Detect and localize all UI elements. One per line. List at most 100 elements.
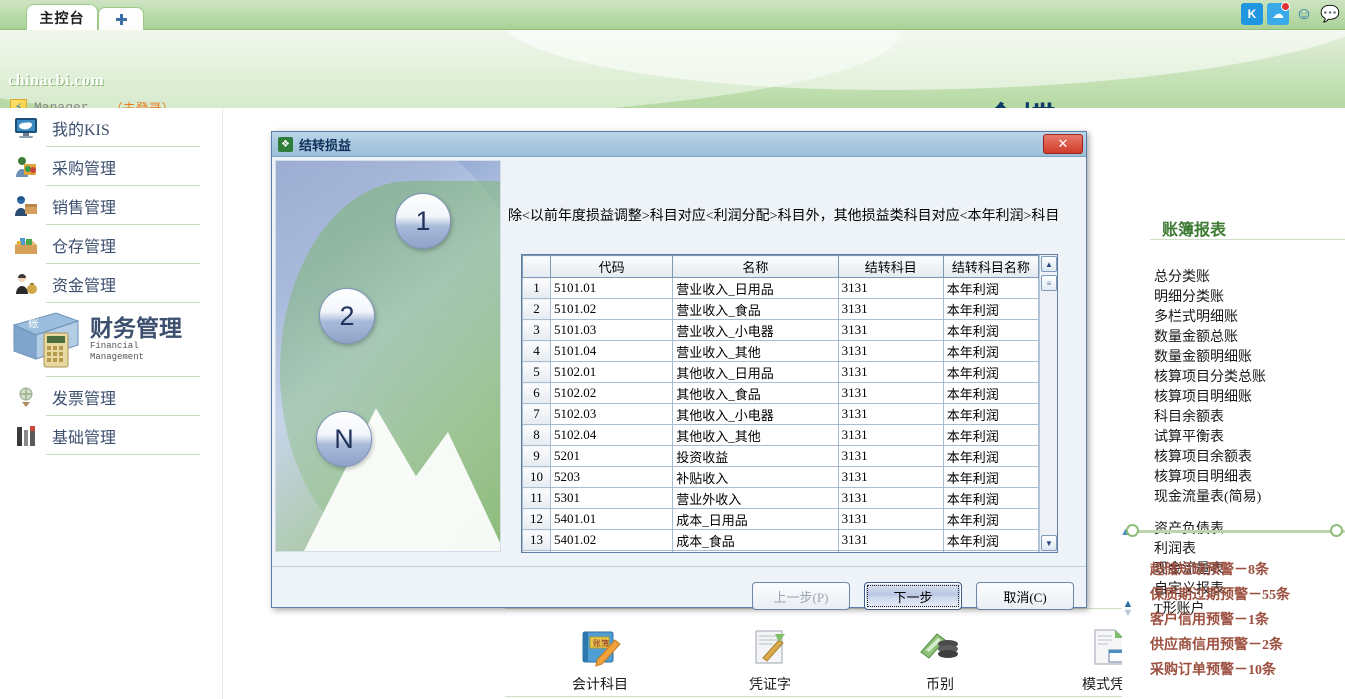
cell-code[interactable]: 5101.04 [551, 341, 673, 362]
cell-name[interactable]: 成本_日用品 [673, 509, 838, 530]
report-link[interactable]: 试算平衡表 [1154, 428, 1344, 448]
cell-name[interactable]: 营业收入_食品 [673, 299, 838, 320]
cell-name[interactable]: 成本_小电器 [673, 551, 838, 553]
report-link[interactable]: 明细分类账 [1154, 288, 1344, 308]
report-link[interactable]: 利润表 [1154, 540, 1344, 560]
cell-account[interactable]: 3131 [838, 299, 943, 320]
table-row[interactable]: 10 5203 补贴收入 3131 本年利润 [523, 467, 1039, 488]
column-header-index[interactable] [523, 256, 551, 278]
strip-item-voucher-word[interactable]: 凭证字 [715, 626, 825, 694]
cell-account-name[interactable]: 本年利润 [943, 278, 1038, 299]
cell-name[interactable]: 其他收入_小电器 [673, 404, 838, 425]
alerts-scroll-controls[interactable]: ▲ ▼ [1120, 600, 1136, 618]
cell-code[interactable]: 5102.01 [551, 362, 673, 383]
dialog-title-bar[interactable]: ❖ 结转损益 ✕ [272, 132, 1086, 157]
cell-code[interactable]: 5301 [551, 488, 673, 509]
sidebar-item-finance[interactable]: 账 财务管理 Financial Management [0, 303, 222, 377]
cell-name[interactable]: 投资收益 [673, 446, 838, 467]
cell-account-name[interactable]: 本年利润 [943, 383, 1038, 404]
table-row[interactable]: 2 5101.02 营业收入_食品 3131 本年利润 [523, 299, 1039, 320]
cell-code[interactable]: 5401.01 [551, 509, 673, 530]
table-row[interactable]: 3 5101.03 营业收入_小电器 3131 本年利润 [523, 320, 1039, 341]
report-link[interactable]: 核算项目明细账 [1154, 388, 1344, 408]
table-row[interactable]: 5 5102.01 其他收入_日用品 3131 本年利润 [523, 362, 1039, 383]
strip-item-currency[interactable]: 币别 [885, 626, 995, 694]
sidebar-item-sales[interactable]: 销售管理 [0, 186, 222, 225]
table-row[interactable]: 11 5301 营业外收入 3131 本年利润 [523, 488, 1039, 509]
alert-item[interactable]: 采购订单预警－10条 [1150, 658, 1345, 683]
table-row[interactable]: 13 5401.02 成本_食品 3131 本年利润 [523, 530, 1039, 551]
report-link[interactable]: 数量金额总账 [1154, 328, 1344, 348]
strip-item-account-subject[interactable]: 账簿 会计科目 [545, 626, 655, 694]
table-row[interactable]: 7 5102.03 其他收入_小电器 3131 本年利润 [523, 404, 1039, 425]
cell-code[interactable]: 5101.02 [551, 299, 673, 320]
cell-name[interactable]: 营业收入_日用品 [673, 278, 838, 299]
alert-item[interactable]: 超储短缺预警－8条 [1150, 558, 1345, 583]
cell-account-name[interactable]: 本年利润 [943, 488, 1038, 509]
cell-account[interactable]: 3131 [838, 383, 943, 404]
sidebar-item-inventory[interactable]: 仓存管理 [0, 225, 222, 264]
cell-account-name[interactable]: 本年利润 [943, 341, 1038, 362]
cell-account[interactable]: 3131 [838, 446, 943, 467]
report-link[interactable]: 现金流量表(简易) [1154, 488, 1344, 508]
cell-name[interactable]: 其他收入_食品 [673, 383, 838, 404]
cell-account[interactable]: 3131 [838, 425, 943, 446]
scrollbar-thumb[interactable]: ≡ [1041, 275, 1057, 291]
cell-code[interactable]: 5102.04 [551, 425, 673, 446]
column-header-account[interactable]: 结转科目 [838, 256, 943, 278]
cloud-notify-icon[interactable]: ☁ [1267, 3, 1289, 25]
cell-account[interactable]: 3131 [838, 551, 943, 553]
alert-item[interactable]: 客户信用预警－1条 [1150, 608, 1345, 633]
chevron-down-icon[interactable]: ▼ [1120, 609, 1136, 618]
cell-account-name[interactable]: 本年利润 [943, 467, 1038, 488]
panel-splitter[interactable] [1122, 524, 1345, 538]
cell-account[interactable]: 3131 [838, 404, 943, 425]
cell-account[interactable]: 3131 [838, 488, 943, 509]
cell-name[interactable]: 补贴收入 [673, 467, 838, 488]
cell-account-name[interactable]: 本年利润 [943, 446, 1038, 467]
sidebar-item-purchase[interactable]: 采购管理 [0, 147, 222, 186]
cell-name[interactable]: 其他收入_其他 [673, 425, 838, 446]
cell-account-name[interactable]: 本年利润 [943, 404, 1038, 425]
cell-code[interactable]: 5401.02 [551, 530, 673, 551]
cell-account-name[interactable]: 本年利润 [943, 551, 1038, 553]
cell-name[interactable]: 营业收入_其他 [673, 341, 838, 362]
table-row[interactable]: 8 5102.04 其他收入_其他 3131 本年利润 [523, 425, 1039, 446]
cell-account[interactable]: 3131 [838, 278, 943, 299]
cell-account[interactable]: 3131 [838, 341, 943, 362]
cell-name[interactable]: 营业收入_小电器 [673, 320, 838, 341]
chevron-up-icon[interactable]: ▲ [1041, 256, 1057, 272]
sidebar-item-basic[interactable]: 基础管理 [0, 416, 222, 455]
cell-name[interactable]: 其他收入_日用品 [673, 362, 838, 383]
cell-account[interactable]: 3131 [838, 320, 943, 341]
cell-account[interactable]: 3131 [838, 530, 943, 551]
message-icon[interactable]: 💬 [1319, 3, 1341, 25]
cell-account-name[interactable]: 本年利润 [943, 320, 1038, 341]
column-header-code[interactable]: 代码 [551, 256, 673, 278]
report-link[interactable]: 数量金额明细账 [1154, 348, 1344, 368]
cell-code[interactable]: 5203 [551, 467, 673, 488]
report-link[interactable]: 核算项目余额表 [1154, 448, 1344, 468]
cell-code[interactable]: 5102.03 [551, 404, 673, 425]
cell-account-name[interactable]: 本年利润 [943, 299, 1038, 320]
table-row[interactable]: 14 5401.03 成本_小电器 3131 本年利润 [523, 551, 1039, 553]
table-row[interactable]: 4 5101.04 营业收入_其他 3131 本年利润 [523, 341, 1039, 362]
accounts-grid-scroll[interactable]: 代码 名称 结转科目 结转科目名称 1 5101.01 营业收入_日用品 [522, 255, 1039, 552]
report-link[interactable]: 多栏式明细账 [1154, 308, 1344, 328]
cell-code[interactable]: 5401.03 [551, 551, 673, 553]
add-tab-button[interactable] [98, 7, 144, 30]
report-link[interactable]: 核算项目明细表 [1154, 468, 1344, 488]
cell-code[interactable]: 5102.02 [551, 383, 673, 404]
table-row[interactable]: 6 5102.02 其他收入_食品 3131 本年利润 [523, 383, 1039, 404]
splitter-knob-right[interactable] [1330, 524, 1343, 537]
report-link[interactable]: 科目余额表 [1154, 408, 1344, 428]
cell-account-name[interactable]: 本年利润 [943, 530, 1038, 551]
table-row[interactable]: 1 5101.01 营业收入_日用品 3131 本年利润 [523, 278, 1039, 299]
sidebar-item-invoice[interactable]: 发票管理 [0, 377, 222, 416]
cell-code[interactable]: 5201 [551, 446, 673, 467]
cell-account-name[interactable]: 本年利润 [943, 509, 1038, 530]
sidebar-item-funds[interactable]: 资金管理 [0, 264, 222, 303]
sidebar-item-my-kis[interactable]: 我的KIS [0, 108, 222, 147]
alert-item[interactable]: 供应商信用预警－2条 [1150, 633, 1345, 658]
kingdee-cloud-icon[interactable]: K [1241, 3, 1263, 25]
